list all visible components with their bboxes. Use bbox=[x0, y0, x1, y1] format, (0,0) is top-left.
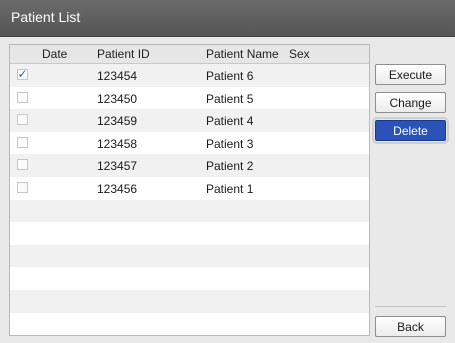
empty-table-row bbox=[10, 312, 369, 336]
patient-id-cell: 123456 bbox=[97, 181, 138, 196]
column-header-sex[interactable]: Sex bbox=[289, 47, 310, 61]
checkmark-icon: ✓ bbox=[17, 67, 28, 81]
table-header: Date Patient ID Patient Name Sex bbox=[10, 45, 369, 64]
patient-list-window: Patient List Date Patient ID Patient Nam… bbox=[0, 0, 455, 343]
table-row[interactable]: 123457 Patient 2 bbox=[10, 154, 369, 177]
patient-name-cell: Patient 4 bbox=[206, 114, 254, 129]
patient-name-cell: Patient 1 bbox=[206, 181, 254, 196]
row-checkbox[interactable] bbox=[17, 136, 28, 148]
table-row[interactable]: 123459 Patient 4 bbox=[10, 109, 369, 132]
back-button[interactable]: Back bbox=[375, 316, 446, 337]
column-header-patient-id[interactable]: Patient ID bbox=[97, 47, 150, 61]
patient-name-cell: Patient 3 bbox=[206, 136, 254, 151]
patient-name-cell: Patient 5 bbox=[206, 91, 254, 106]
patient-id-cell: 123458 bbox=[97, 136, 138, 151]
row-checkbox[interactable] bbox=[17, 114, 28, 126]
table-body: ✓ 123454 Patient 6 123450 Patient 5 123459 Pat… bbox=[10, 64, 369, 336]
delete-button[interactable]: Delete bbox=[372, 117, 449, 144]
patient-name-cell: Patient 6 bbox=[206, 69, 254, 83]
row-checkbox[interactable] bbox=[17, 159, 28, 171]
column-header-date[interactable]: Date bbox=[42, 47, 67, 61]
table-row[interactable]: 123450 Patient 5 bbox=[10, 86, 369, 110]
title-bar: Patient List bbox=[0, 0, 455, 37]
change-button[interactable]: Change bbox=[375, 92, 446, 113]
table-row[interactable]: ✓ 123454 Patient 6 bbox=[10, 64, 369, 87]
patient-id-cell: 123450 bbox=[97, 91, 138, 106]
patient-id-cell: 123457 bbox=[97, 159, 138, 174]
button-divider bbox=[375, 306, 446, 307]
window-title: Patient List bbox=[11, 9, 81, 25]
table-row[interactable]: 123458 Patient 3 bbox=[10, 131, 369, 155]
execute-button[interactable]: Execute bbox=[375, 64, 446, 85]
table-row[interactable]: 123456 Patient 1 bbox=[10, 176, 369, 200]
row-checkbox[interactable] bbox=[17, 181, 28, 193]
empty-table-row bbox=[10, 199, 369, 223]
empty-table-row bbox=[10, 222, 369, 245]
patient-table: Date Patient ID Patient Name Sex ✓ 123454… bbox=[9, 44, 370, 336]
column-header-patient-name[interactable]: Patient Name bbox=[206, 47, 279, 61]
empty-table-row bbox=[10, 244, 369, 268]
patient-id-cell: 123459 bbox=[97, 114, 138, 129]
row-checkbox[interactable] bbox=[17, 91, 28, 103]
patient-id-cell: 123454 bbox=[97, 69, 138, 83]
empty-table-row bbox=[10, 289, 369, 313]
patient-name-cell: Patient 2 bbox=[206, 159, 254, 174]
empty-table-row bbox=[10, 267, 369, 290]
row-checkbox[interactable]: ✓ bbox=[17, 67, 28, 81]
